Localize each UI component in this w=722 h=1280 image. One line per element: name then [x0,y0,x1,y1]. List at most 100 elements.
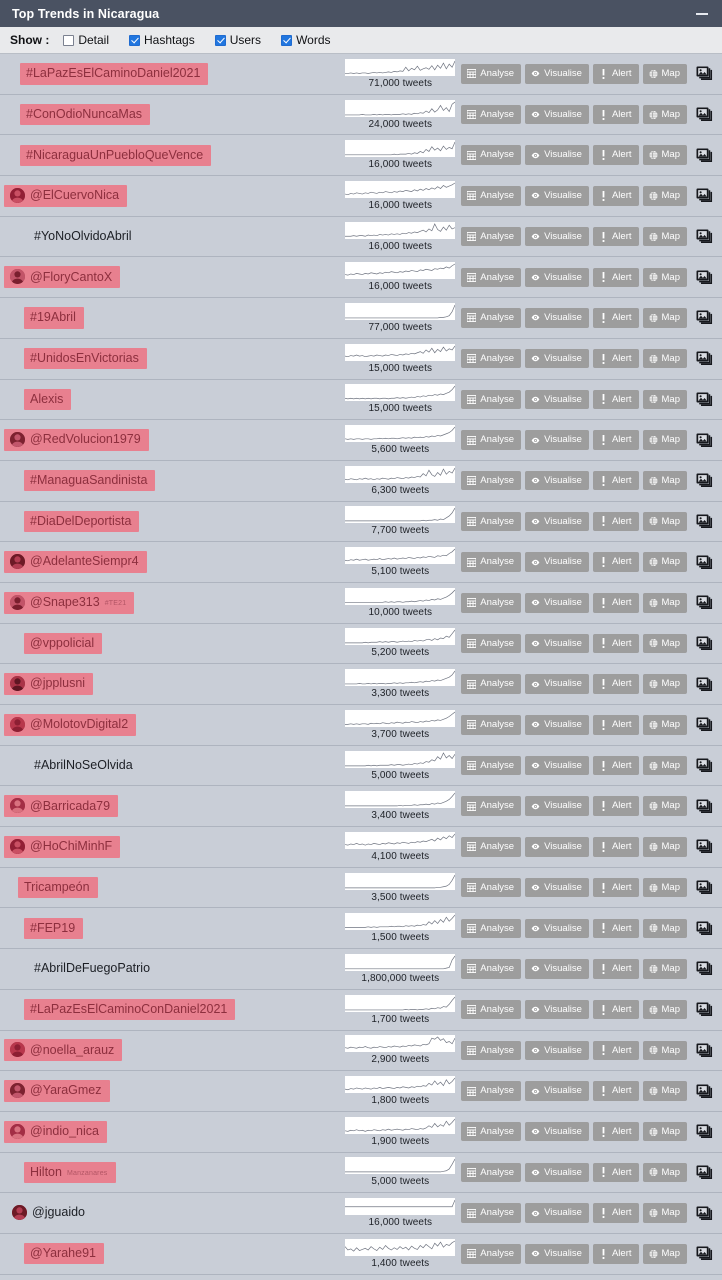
analyse-button[interactable]: Analyse [461,837,522,857]
images-button[interactable] [692,877,714,899]
images-button[interactable] [692,388,714,410]
filter-checkbox-words[interactable]: Words [281,33,331,47]
trend-chip[interactable]: #FEP19 [24,917,84,939]
analyse-button[interactable]: Analyse [461,674,522,694]
alert-button[interactable]: Alert [592,1162,639,1183]
trend-chip[interactable]: #NicaraguaUnPuebloQueVence [20,144,212,166]
analyse-button[interactable]: Analyse [461,918,522,939]
alert-button[interactable]: Alert [592,267,639,288]
visualise-button[interactable]: Visualise [525,1162,589,1183]
trend-chip[interactable]: #LaPazEsElCaminoDaniel2021 [20,63,209,85]
map-button[interactable]: Map [642,470,687,491]
images-button[interactable] [692,714,714,736]
trend-chip[interactable]: #ConOdioNuncaMas [20,103,151,126]
visualise-button[interactable]: Visualise [525,593,589,613]
images-button[interactable] [692,1161,714,1183]
visualise-button[interactable]: Visualise [525,877,589,898]
visualise-button[interactable]: Visualise [525,633,589,654]
trend-chip[interactable]: @noella_arauz [4,1039,123,1062]
map-button[interactable]: Map [642,959,687,979]
images-button[interactable] [692,510,714,532]
images-button[interactable] [692,185,714,207]
images-button[interactable] [692,1202,714,1224]
alert-button[interactable]: Alert [592,1244,639,1264]
visualise-button[interactable]: Visualise [525,308,589,328]
alert-button[interactable]: Alert [592,674,639,694]
map-button[interactable]: Map [642,918,687,939]
map-button[interactable]: Map [642,877,687,898]
map-button[interactable]: Map [642,226,687,247]
analyse-button[interactable]: Analyse [461,145,522,165]
images-button[interactable] [692,63,714,85]
alert-button[interactable]: Alert [592,104,639,125]
trend-chip[interactable]: #YoNoOlvidoAbril [26,226,140,247]
alert-button[interactable]: Alert [592,1081,639,1101]
images-button[interactable] [692,1039,714,1061]
filter-checkbox-detail[interactable]: Detail [63,33,109,47]
alert-button[interactable]: Alert [592,226,639,247]
map-button[interactable]: Map [642,1244,687,1264]
map-button[interactable]: Map [642,186,687,206]
visualise-button[interactable]: Visualise [525,470,589,491]
visualise-button[interactable]: Visualise [525,959,589,979]
map-button[interactable]: Map [642,837,687,857]
analyse-button[interactable]: Analyse [461,1040,522,1061]
trend-chip[interactable]: #19Abril [24,307,84,329]
visualise-button[interactable]: Visualise [525,430,589,450]
trend-chip[interactable]: @Snape313 #TE21 [4,591,135,614]
alert-button[interactable]: Alert [592,715,639,735]
visualise-button[interactable]: Visualise [525,1121,589,1142]
alert-button[interactable]: Alert [592,348,639,369]
trend-chip[interactable]: Tricampeón [18,876,98,899]
analyse-button[interactable]: Analyse [461,1162,522,1183]
map-button[interactable]: Map [642,552,687,572]
alert-button[interactable]: Alert [592,470,639,491]
analyse-button[interactable]: Analyse [461,267,522,288]
visualise-button[interactable]: Visualise [525,186,589,206]
alert-button[interactable]: Alert [592,389,639,410]
alert-button[interactable]: Alert [592,308,639,328]
visualise-button[interactable]: Visualise [525,1244,589,1264]
trend-chip[interactable]: #DiaDelDeportista [24,510,140,533]
visualise-button[interactable]: Visualise [525,1081,589,1101]
analyse-button[interactable]: Analyse [461,715,522,735]
images-button[interactable] [692,266,714,288]
map-button[interactable]: Map [642,267,687,288]
visualise-button[interactable]: Visualise [525,145,589,165]
trend-chip[interactable]: @YaraGmez [4,1080,110,1103]
visualise-button[interactable]: Visualise [525,348,589,369]
images-button[interactable] [692,632,714,654]
trend-chip[interactable]: #LaPazEsElCaminoConDaniel2021 [24,998,236,1021]
alert-button[interactable]: Alert [592,593,639,613]
visualise-button[interactable]: Visualise [525,796,589,816]
visualise-button[interactable]: Visualise [525,755,589,776]
analyse-button[interactable]: Analyse [461,1244,522,1264]
trend-chip[interactable]: @AdelanteSiempr4 [4,551,147,574]
analyse-button[interactable]: Analyse [461,959,522,979]
alert-button[interactable]: Alert [592,796,639,816]
map-button[interactable]: Map [642,1203,687,1223]
alert-button[interactable]: Alert [592,959,639,979]
map-button[interactable]: Map [642,796,687,816]
alert-button[interactable]: Alert [592,837,639,857]
trend-chip[interactable]: @HoChiMinhF [4,835,121,858]
analyse-button[interactable]: Analyse [461,1203,522,1223]
map-button[interactable]: Map [642,593,687,613]
images-button[interactable] [692,795,714,817]
images-button[interactable] [692,958,714,980]
minimize-button[interactable] [692,4,712,24]
trend-chip[interactable]: @jguaido [4,1202,93,1224]
visualise-button[interactable]: Visualise [525,1040,589,1061]
visualise-button[interactable]: Visualise [525,104,589,125]
alert-button[interactable]: Alert [592,145,639,165]
trend-chip[interactable]: @Barricada79 [4,795,119,818]
visualise-button[interactable]: Visualise [525,1203,589,1223]
map-button[interactable]: Map [642,1162,687,1183]
trend-chip[interactable]: #ManaguaSandinista [24,470,156,492]
map-button[interactable]: Map [642,511,687,532]
map-button[interactable]: Map [642,430,687,450]
alert-button[interactable]: Alert [592,1040,639,1061]
images-button[interactable] [692,144,714,166]
analyse-button[interactable]: Analyse [461,186,522,206]
images-button[interactable] [692,673,714,695]
